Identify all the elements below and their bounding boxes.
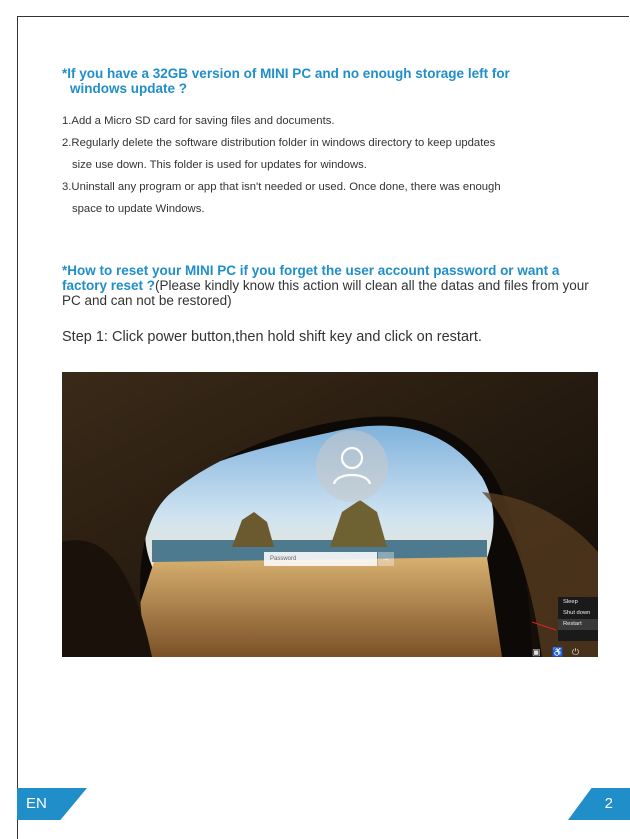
list-item-continuation: space to update Windows.	[72, 203, 205, 215]
step1-text: Step 1: Click power button,then hold shi…	[62, 329, 482, 345]
network-icon[interactable]: ▣	[532, 647, 541, 657]
list-item-text: 2.Regularly delete the software distribu…	[62, 137, 496, 149]
user-icon	[332, 446, 372, 485]
section1-heading-line1: *If you have a 32GB version of MINI PC a…	[62, 66, 510, 81]
system-tray: ▣ ♿ ⏻	[530, 647, 598, 657]
user-avatar	[316, 430, 388, 502]
tips-list: 1.Add a Micro SD card for saving files a…	[62, 110, 602, 220]
menu-item-restart[interactable]: Restart	[558, 619, 598, 630]
power-icon[interactable]: ⏻	[572, 647, 579, 657]
cave-scene-illustration	[62, 372, 598, 657]
list-item-text: 1.Add a Micro SD card for saving files a…	[62, 115, 335, 127]
page-number: 2	[604, 795, 613, 812]
section1-heading: *If you have a 32GB version of MINI PC a…	[62, 66, 592, 96]
password-field[interactable]: Password	[264, 552, 377, 566]
menu-item-shut-down[interactable]: Shut down	[558, 608, 598, 619]
section1-heading-line2: windows update ?	[70, 81, 187, 96]
list-item: 2.Regularly delete the software distribu…	[62, 132, 602, 176]
list-item-text: 3.Uninstall any program or app that isn'…	[62, 181, 501, 193]
submit-arrow-icon[interactable]: →	[378, 552, 394, 566]
list-item: 1.Add a Micro SD card for saving files a…	[62, 110, 602, 132]
power-menu: Sleep Shut down Restart	[558, 597, 598, 641]
list-item: 3.Uninstall any program or app that isn'…	[62, 176, 602, 220]
section2-heading: *How to reset your MINI PC if you forget…	[62, 263, 592, 308]
menu-item-sleep[interactable]: Sleep	[558, 597, 598, 608]
login-screenshot: Password → Sleep Shut down Restart ▣ ♿ ⏻	[62, 372, 598, 657]
accessibility-icon[interactable]: ♿	[552, 647, 563, 657]
list-item-continuation: size use down. This folder is used for u…	[72, 159, 367, 171]
language-label: EN	[26, 795, 47, 812]
